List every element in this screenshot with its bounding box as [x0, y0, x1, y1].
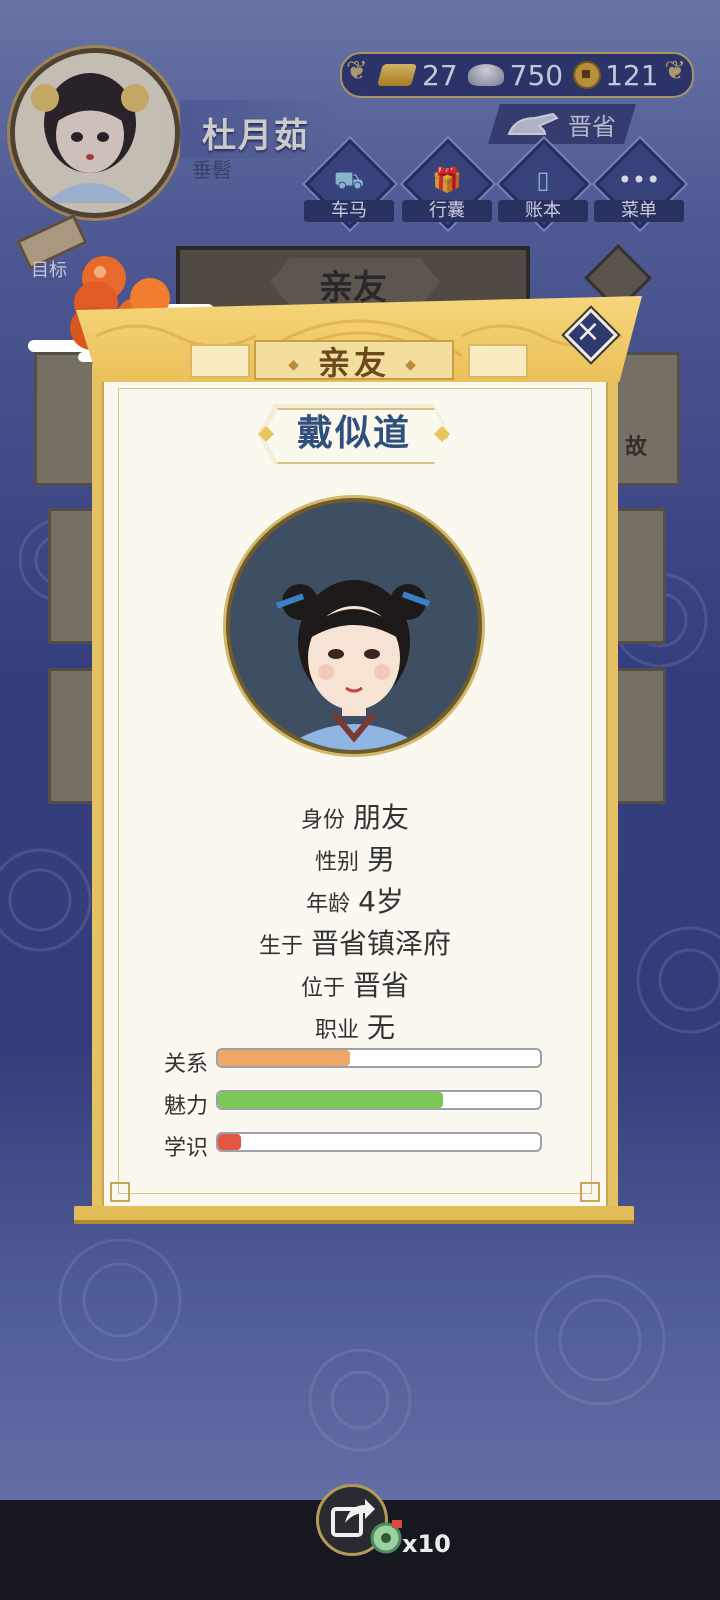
header-ornament-box [468, 344, 528, 378]
header-ornament-box [190, 344, 250, 378]
boy-portrait-icon [230, 502, 478, 750]
share-multiplier: x10 [402, 1530, 451, 1558]
info-birthplace: 生于 晋省镇泽府 [258, 927, 452, 960]
charm-bar [216, 1090, 542, 1110]
info-location: 位于 晋省 [300, 969, 410, 1002]
npc-portrait [226, 498, 482, 754]
jade-coin-icon [370, 1520, 402, 1554]
dialog-scroll-base [74, 1206, 634, 1224]
info-gender: 性别男 [314, 843, 396, 876]
knowledge-bar [216, 1132, 542, 1152]
relation-bar [216, 1048, 542, 1068]
info-age: 年龄 4岁 [306, 885, 404, 918]
charm-bar-fill [218, 1092, 444, 1108]
info-occupation: 职业无 [314, 1011, 396, 1044]
close-icon[interactable]: × [572, 314, 604, 350]
info-identity: 身份 朋友 [300, 801, 410, 834]
dialog-title: ◆ 亲友 ◆ [288, 344, 420, 382]
relation-label: 关系 [164, 1052, 209, 1077]
charm-label: 魅力 [164, 1094, 209, 1119]
knowledge-bar-fill [218, 1134, 241, 1150]
relation-bar-fill [218, 1050, 351, 1066]
npc-name: 戴似道 [296, 413, 411, 454]
knowledge-label: 学识 [164, 1136, 209, 1161]
